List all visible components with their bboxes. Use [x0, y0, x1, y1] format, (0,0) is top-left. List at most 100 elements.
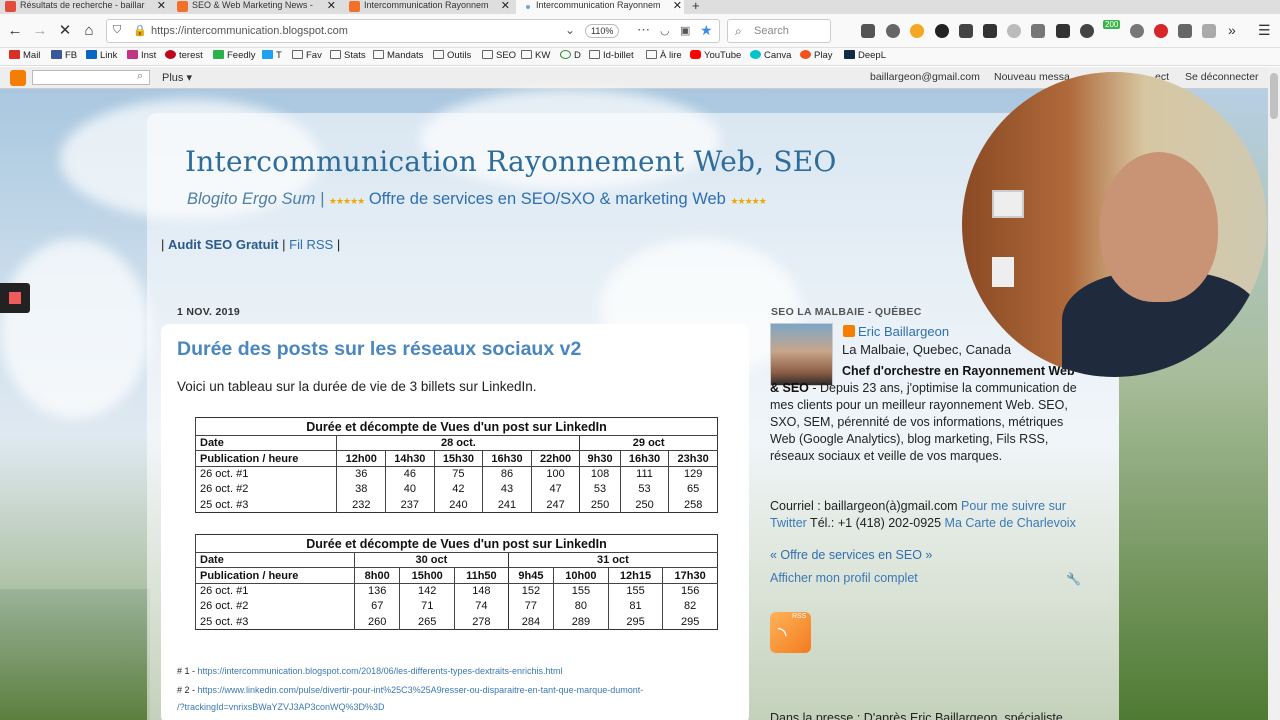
bookmark-item[interactable]: Mail: [9, 50, 40, 61]
extension-icon[interactable]: [1178, 24, 1192, 38]
extension-icon[interactable]: [1056, 24, 1070, 38]
lock-icon[interactable]: 🔒: [133, 24, 147, 37]
charlevoix-map-link[interactable]: Ma Carte de Charlevoix: [945, 516, 1076, 530]
recording-widget[interactable]: [0, 283, 30, 313]
deepl-icon: [844, 50, 855, 59]
bookmark-folder[interactable]: Stats: [330, 50, 366, 61]
stop-loading-icon[interactable]: ✕: [54, 20, 76, 42]
extension-icon[interactable]: [935, 24, 949, 38]
scrollbar[interactable]: [1268, 67, 1280, 720]
new-tab-button[interactable]: +: [688, 0, 708, 12]
bookmark-folder[interactable]: SEO: [482, 50, 516, 61]
services-offer-link[interactable]: « Offre de services en SEO »: [770, 548, 932, 562]
close-tab-icon[interactable]: ✕: [673, 0, 682, 12]
bookmark-folder[interactable]: Id-billet: [589, 50, 634, 61]
post-intro: Voici un tableau sur la durée de vie de …: [177, 379, 537, 394]
bookmark-item[interactable]: terest: [165, 50, 203, 61]
tab-seo-news[interactable]: SEO & Web Marketing News - ✕: [172, 0, 338, 14]
bookmark-folder[interactable]: KW: [521, 50, 550, 61]
pinterest-icon[interactable]: [1154, 24, 1168, 38]
extension-icon[interactable]: [1031, 24, 1045, 38]
back-arrow-icon[interactable]: ←: [4, 20, 26, 42]
table-row: 26 oct. #1 36 46 75 86 100 108 111 129: [194, 466, 718, 482]
scrollbar-thumb[interactable]: [1270, 73, 1278, 119]
extension-icon[interactable]: [1007, 24, 1021, 38]
audit-seo-link[interactable]: Audit SEO Gratuit: [168, 237, 279, 252]
bookmark-folder[interactable]: Mandats: [373, 50, 423, 61]
canva-icon: [750, 50, 761, 59]
screenshot-icon[interactable]: ▣: [680, 24, 690, 37]
blogger-favicon-icon: [177, 1, 188, 12]
search-icon: ⌕: [735, 24, 742, 38]
extension-icon[interactable]: [910, 24, 924, 38]
tab-strip: Résultats de recherche - baillar ✕ SEO &…: [0, 0, 1280, 14]
reference-link[interactable]: https://www.linkedin.com/pulse/divertir-…: [198, 685, 644, 695]
bookmark-item[interactable]: Inst: [127, 50, 156, 61]
chevron-down-icon[interactable]: ⌄: [565, 23, 575, 37]
extension-icon[interactable]: [959, 24, 973, 38]
page-actions-icon[interactable]: ⋯: [637, 22, 650, 38]
tab-search-results[interactable]: Résultats de recherche - baillar ✕: [0, 0, 168, 14]
offer-link[interactable]: Offre de services en SEO/SXO & marketing…: [369, 190, 726, 208]
extension-icon[interactable]: [886, 24, 900, 38]
blog-title[interactable]: Intercommunication Rayonnement Web, SEO: [185, 145, 837, 178]
blogger-logo-icon[interactable]: [10, 70, 26, 86]
profile-name-link[interactable]: Eric Baillargeon: [843, 324, 949, 339]
pocket-icon[interactable]: ◡: [660, 24, 670, 37]
bookmark-item[interactable]: YouTube: [690, 50, 741, 61]
more-menu[interactable]: Plus ▾: [162, 71, 192, 84]
full-profile-link[interactable]: Afficher mon profil complet: [770, 571, 918, 585]
url-text[interactable]: https://intercommunication.blogspot.com: [151, 25, 348, 37]
day-header: 28 oct.: [336, 435, 580, 452]
bookmark-item[interactable]: Play: [800, 50, 832, 61]
account-email: baillargeon@gmail.com: [870, 71, 980, 83]
bookmark-item[interactable]: T: [262, 50, 282, 61]
new-post-link[interactable]: Nouveau messa: [994, 71, 1070, 83]
home-icon[interactable]: ⌂: [78, 20, 100, 42]
address-bar[interactable]: ⛉ 🔒 https://intercommunication.blogspot.…: [106, 19, 720, 43]
extension-icon[interactable]: [1080, 24, 1094, 38]
tab-intercommunication-1[interactable]: Intercommunication Rayonnem ✕: [344, 0, 512, 14]
search-input[interactable]: Search: [727, 19, 831, 43]
bookmark-folder[interactable]: Outils: [433, 50, 471, 61]
table-row: 25 oct. #3 260 265 278 284 289 295 295: [194, 614, 718, 630]
logout-link[interactable]: Se déconnecter: [1185, 71, 1259, 83]
menu-icon[interactable]: ☰: [1258, 22, 1271, 39]
bookmark-folder[interactable]: À lire: [646, 50, 682, 61]
instagram-icon: [127, 50, 138, 59]
bookmark-item[interactable]: FB: [51, 50, 77, 61]
overflow-chevron-icon[interactable]: »: [1228, 22, 1236, 38]
rss-feed-link[interactable]: Fil RSS: [289, 237, 333, 252]
bookmark-star-icon[interactable]: ★: [700, 22, 713, 39]
reference-link[interactable]: https://intercommunication.blogspot.com/…: [198, 666, 563, 676]
bookmark-item[interactable]: Feedly: [213, 50, 256, 61]
shield-icon[interactable]: ⛉: [113, 24, 121, 37]
tab-label: SEO & Web Marketing News -: [192, 0, 313, 10]
bookmark-item[interactable]: DeepL: [844, 50, 886, 61]
rss-feed-icon[interactable]: RSS ◝: [770, 612, 811, 653]
search-icon[interactable]: ⌕: [137, 70, 143, 83]
bookmark-folder[interactable]: Fav: [292, 50, 322, 61]
bookmark-item[interactable]: Link: [86, 50, 117, 61]
close-tab-icon[interactable]: ✕: [327, 0, 336, 12]
extension-icon[interactable]: [1202, 24, 1216, 38]
gear-icon[interactable]: [1130, 24, 1144, 38]
forward-arrow-icon[interactable]: →: [29, 20, 51, 42]
zoom-indicator[interactable]: 110%: [585, 24, 620, 38]
puzzle-extension-icon[interactable]: [861, 24, 875, 38]
blog-search-input[interactable]: [32, 70, 150, 85]
edit-wrench-icon[interactable]: 🔧: [1066, 572, 1081, 586]
post-title[interactable]: Durée des posts sur les réseaux sociaux …: [177, 338, 581, 361]
bookmark-item[interactable]: Canva: [750, 50, 791, 61]
badge-count[interactable]: 200: [1103, 20, 1121, 29]
mail-icon[interactable]: [983, 24, 997, 38]
tab-intercommunication-active[interactable]: Intercommunication Rayonnem ✕: [516, 0, 684, 14]
bookmark-item[interactable]: D: [560, 50, 581, 61]
folder-icon: [373, 50, 384, 59]
navigation-bar: ← → ✕ ⌂ ⛉ 🔒 https://intercommunication.b…: [0, 14, 1280, 48]
close-tab-icon[interactable]: ✕: [501, 0, 510, 12]
close-tab-icon[interactable]: ✕: [157, 0, 166, 12]
record-icon[interactable]: [9, 292, 21, 304]
references: # 1 - https://intercommunication.blogspo…: [177, 662, 643, 714]
reference-link[interactable]: /?trackingId=vnrixsBWaYZVJ3AP3conWQ%3D%3…: [177, 702, 385, 712]
